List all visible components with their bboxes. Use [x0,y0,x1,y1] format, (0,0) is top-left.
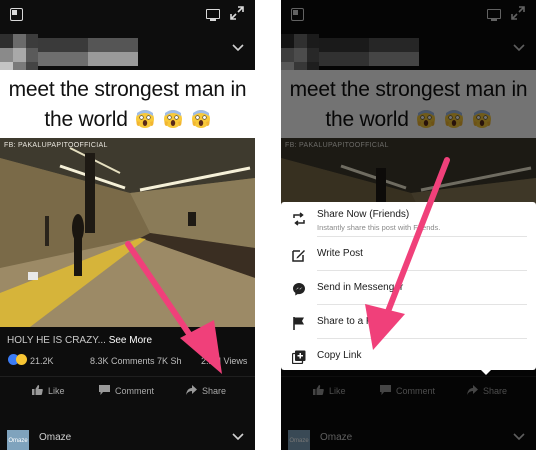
annotation-arrow [365,157,450,350]
flag-icon [293,317,304,330]
action-bar: Like Comment Share [0,376,255,404]
scream-emoji-icon [191,110,210,128]
left-phone-screen: meet the strongest man in the world FB: … [0,0,255,450]
share-button[interactable]: Share [186,385,226,396]
next-post-author[interactable]: Omaze [39,432,71,443]
messenger-icon [293,283,305,296]
write-post-icon [292,250,305,262]
share-label: Share [202,386,227,396]
like-icon [32,385,43,395]
chevron-down-icon[interactable] [232,44,244,52]
like-button[interactable]: Like [32,385,65,396]
comparison-stage: meet the strongest man in the world FB: … [0,0,536,450]
scream-emoji-icon [136,110,155,128]
scream-emoji-icon [164,110,183,128]
like-label: Like [48,386,65,396]
omaze-avatar[interactable]: Omaze [7,430,29,450]
copy-link-icon [292,350,306,364]
comment-icon [99,385,110,395]
expand-icon[interactable] [230,6,244,20]
caption-line-2: the world [44,105,210,135]
caption-line-1: meet the strongest man in [8,78,247,101]
video-watermark: FB: PAKALUPAPITOOFFICIAL [4,142,108,149]
chevron-down-icon[interactable] [232,433,244,441]
menu-caret [480,369,492,375]
share-now-icon [293,212,305,226]
tv-icon[interactable] [206,9,220,21]
comment-label: Comment [115,386,155,396]
wow-reaction-icon [16,354,27,365]
right-phone-screen: meet the strongest man in the world FB: … [281,0,536,450]
next-post-header: Omaze Omaze [0,424,255,450]
author-name-blurred [38,38,138,66]
share-icon [186,385,197,395]
caption-line-2-text: the world [44,108,128,131]
post-caption: meet the strongest man in the world [0,70,255,140]
top-bar [0,0,255,32]
reactions-count[interactable]: 21.2K [30,356,54,366]
annotation-arrow [125,241,222,374]
comment-button[interactable]: Comment [99,385,154,396]
description-text: HOLY HE IS CRAZY... [7,335,106,346]
picture-in-picture-icon[interactable] [10,8,23,21]
